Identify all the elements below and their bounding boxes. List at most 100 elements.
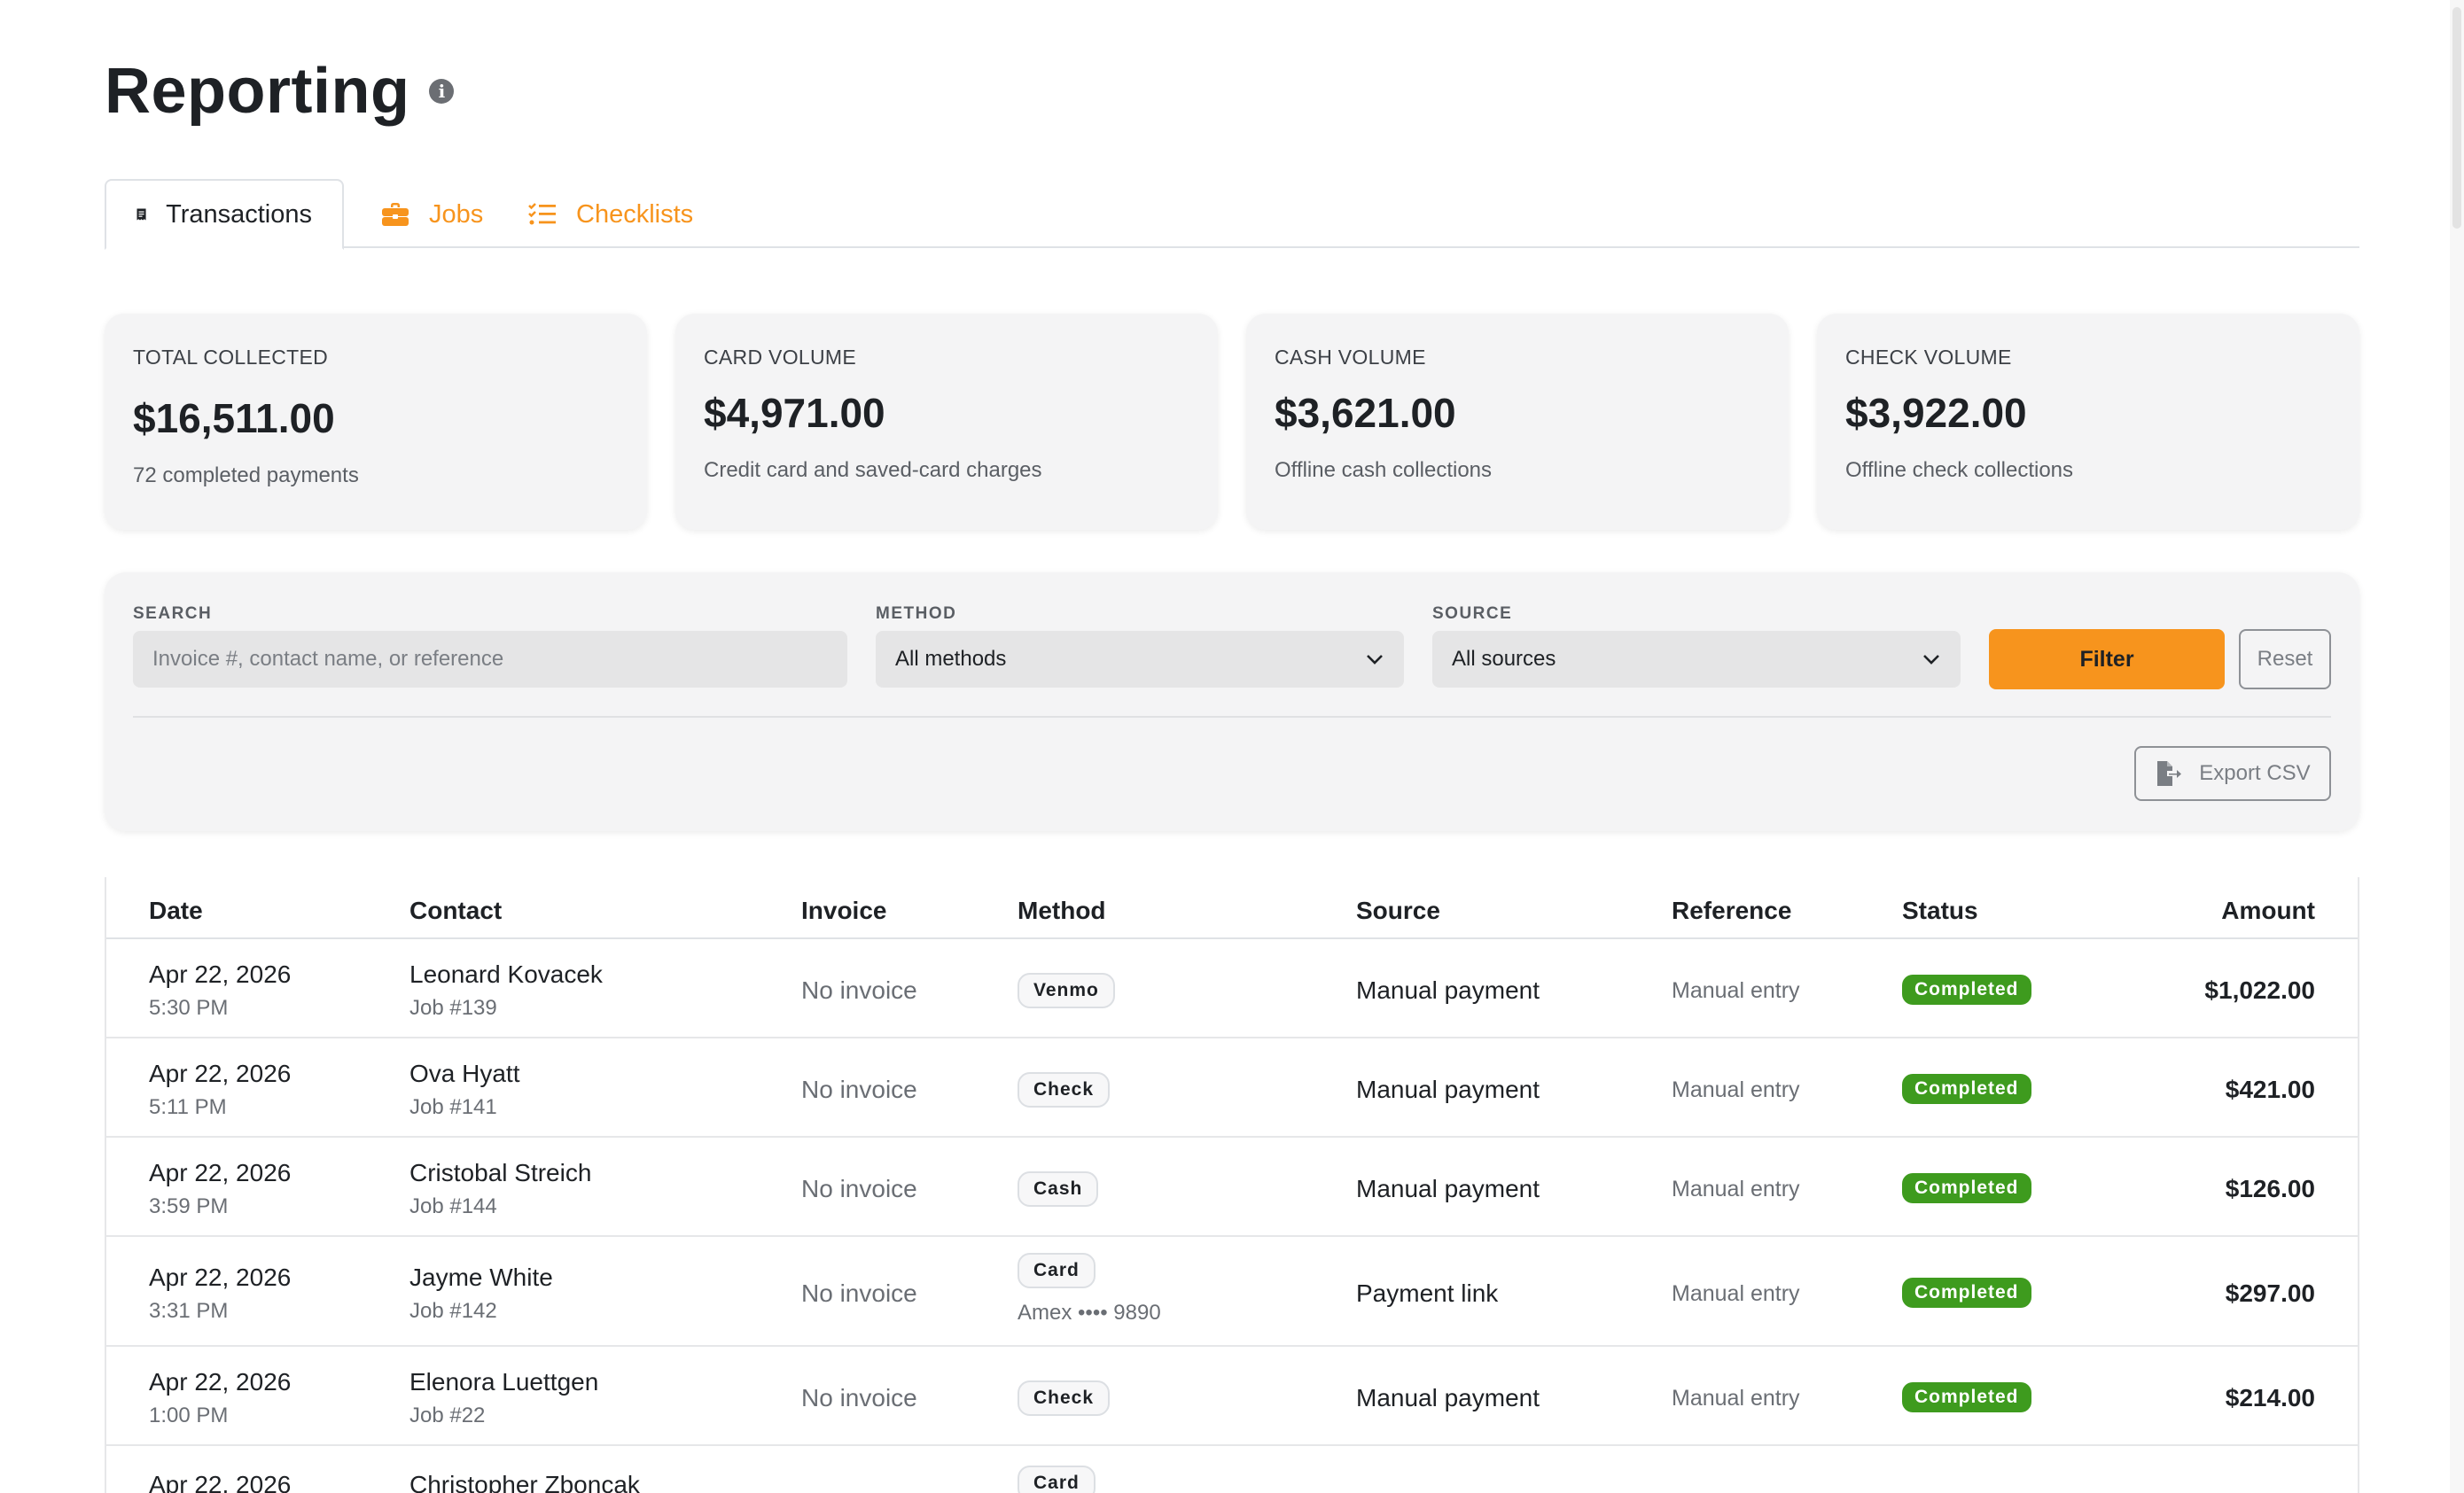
column-header-contact[interactable]: Contact (409, 897, 502, 925)
chevron-down-icon (1367, 655, 1383, 665)
method-cell: Card (1018, 1466, 1096, 1493)
amount-cell: $214.00 (2225, 1384, 2315, 1411)
job-number[interactable]: Job #144 (409, 1194, 591, 1219)
contact-cell: Christopher Zboncak (409, 1471, 640, 1493)
table-row[interactable]: Apr 22, 2026 5:30 PM Leonard Kovacek Job… (106, 939, 2358, 1038)
stat-label: TOTAL COLLECTED (133, 346, 329, 369)
stat-label: CASH VOLUME (1275, 346, 1426, 369)
method-cell: Check (1018, 1072, 1111, 1108)
invoice-cell: No invoice (801, 1384, 917, 1411)
export-csv-button[interactable]: Export CSV (2134, 746, 2331, 801)
date: Apr 22, 2026 (149, 1060, 292, 1087)
search-label: SEARCH (133, 604, 213, 623)
source-select[interactable]: All sources (1432, 631, 1961, 688)
time: 1:00 PM (149, 1404, 229, 1427)
reset-button[interactable]: Reset (2239, 629, 2331, 689)
job-number[interactable]: Job #139 (409, 996, 603, 1021)
scrollbar-thumb[interactable] (2452, 7, 2461, 229)
reference-cell: Manual entry (1672, 1281, 1800, 1306)
briefcase-icon (382, 203, 409, 226)
contact-name[interactable]: Jayme White (409, 1264, 553, 1292)
job-number[interactable]: Job #22 (409, 1404, 598, 1428)
info-circle-icon[interactable]: i (429, 79, 455, 104)
chevron-down-icon (1923, 655, 1939, 665)
divider (133, 716, 2331, 718)
contact-name[interactable]: Cristobal Streich (409, 1159, 591, 1187)
card-detail: Amex •••• 9890 (1018, 1301, 1161, 1325)
amount-cell: $421.00 (2225, 1076, 2315, 1103)
export-label: Export CSV (2199, 761, 2311, 785)
method-select[interactable]: All methods (876, 631, 1404, 688)
filter-panel: SEARCH Invoice #, contact name, or refer… (105, 572, 2359, 831)
invoice-cell: No invoice (801, 1175, 917, 1202)
stat-card-card-volume: CARD VOLUME $4,971.00 Credit card and sa… (675, 314, 1218, 530)
date-cell: Apr 22, 2026 3:31 PM (149, 1264, 291, 1324)
method-badge: Cash (1018, 1171, 1099, 1207)
search-input[interactable]: Invoice #, contact name, or reference (133, 631, 847, 688)
status-badge: Completed (1902, 1278, 2031, 1308)
invoice-cell: No invoice (801, 976, 917, 1004)
status-cell: Completed (1902, 1074, 2031, 1104)
column-header-source[interactable]: Source (1356, 897, 1440, 925)
tab-checklists[interactable]: Checklists (498, 179, 723, 250)
time: 3:59 PM (149, 1194, 229, 1218)
source-cell: Manual payment (1356, 1076, 1540, 1103)
invoice-cell: No invoice (801, 1279, 917, 1307)
report-tabs: Transactions Jobs Checklists (105, 179, 2359, 250)
column-header-invoice[interactable]: Invoice (801, 897, 886, 925)
contact-name[interactable]: Christopher Zboncak (409, 1471, 640, 1493)
source-label: SOURCE (1432, 604, 1513, 623)
contact-cell: Jayme White Job #142 (409, 1264, 553, 1324)
method-badge: Venmo (1018, 973, 1115, 1008)
time: 5:30 PM (149, 996, 229, 1020)
source-cell: Manual payment (1356, 1175, 1540, 1202)
contact-name[interactable]: Ova Hyatt (409, 1060, 519, 1088)
invoice-cell: No invoice (801, 1076, 917, 1103)
status-badge: Completed (1902, 975, 2031, 1005)
date: Apr 22, 2026 (149, 1368, 292, 1396)
table-row[interactable]: Apr 22, 2026 Christopher Zboncak Card (106, 1446, 2358, 1493)
method-cell: Venmo (1018, 973, 1115, 1008)
stat-card-total-collected: TOTAL COLLECTED $16,511.00 72 completed … (105, 314, 647, 530)
method-badge: Check (1018, 1380, 1111, 1416)
amount-cell: $126.00 (2225, 1175, 2315, 1202)
column-header-reference[interactable]: Reference (1672, 897, 1791, 925)
tab-jobs[interactable]: Jobs (351, 179, 513, 250)
method-cell: Cash (1018, 1171, 1099, 1207)
method-select-value: All methods (895, 647, 1007, 671)
file-export-icon (2157, 761, 2182, 786)
status-badge: Completed (1902, 1382, 2031, 1412)
transactions-table: Date Contact Invoice Method Source Refer… (105, 877, 2359, 1493)
tab-label: Checklists (576, 199, 694, 229)
date-cell: Apr 22, 2026 5:30 PM (149, 960, 291, 1021)
column-header-date[interactable]: Date (149, 897, 203, 925)
method-cell: Check (1018, 1380, 1111, 1416)
stat-card-cash-volume: CASH VOLUME $3,621.00 Offline cash colle… (1246, 314, 1789, 530)
table-row[interactable]: Apr 22, 2026 5:11 PM Ova Hyatt Job #141 … (106, 1038, 2358, 1138)
amount-cell: $297.00 (2225, 1279, 2315, 1307)
stat-description: Offline check collections (1845, 458, 2074, 482)
source-cell: Manual payment (1356, 976, 1540, 1004)
table-row[interactable]: Apr 22, 2026 3:31 PM Jayme White Job #14… (106, 1237, 2358, 1347)
table-row[interactable]: Apr 22, 2026 3:59 PM Cristobal Streich J… (106, 1138, 2358, 1237)
contact-name[interactable]: Elenora Luettgen (409, 1368, 598, 1396)
column-header-status[interactable]: Status (1902, 897, 1978, 925)
date-cell: Apr 22, 2026 1:00 PM (149, 1368, 291, 1428)
method-cell: Card Amex •••• 9890 (1018, 1253, 1161, 1326)
stat-label: CARD VOLUME (704, 346, 856, 369)
contact-cell: Ova Hyatt Job #141 (409, 1060, 519, 1120)
stat-description: Credit card and saved-card charges (704, 458, 1042, 482)
date: Apr 22, 2026 (149, 1264, 292, 1291)
contact-name[interactable]: Leonard Kovacek (409, 960, 603, 989)
job-number[interactable]: Job #141 (409, 1095, 519, 1120)
column-header-amount[interactable]: Amount (2221, 897, 2315, 925)
table-row[interactable]: Apr 22, 2026 1:00 PM Elenora Luettgen Jo… (106, 1347, 2358, 1446)
date-cell: Apr 22, 2026 3:59 PM (149, 1159, 291, 1219)
tab-transactions[interactable]: Transactions (105, 179, 344, 250)
page-title: Reporting (105, 56, 410, 127)
page-scrollbar[interactable] (2450, 0, 2464, 1493)
column-header-method[interactable]: Method (1018, 897, 1106, 925)
job-number[interactable]: Job #142 (409, 1299, 553, 1324)
method-badge: Check (1018, 1072, 1111, 1108)
filter-button[interactable]: Filter (1989, 629, 2225, 689)
